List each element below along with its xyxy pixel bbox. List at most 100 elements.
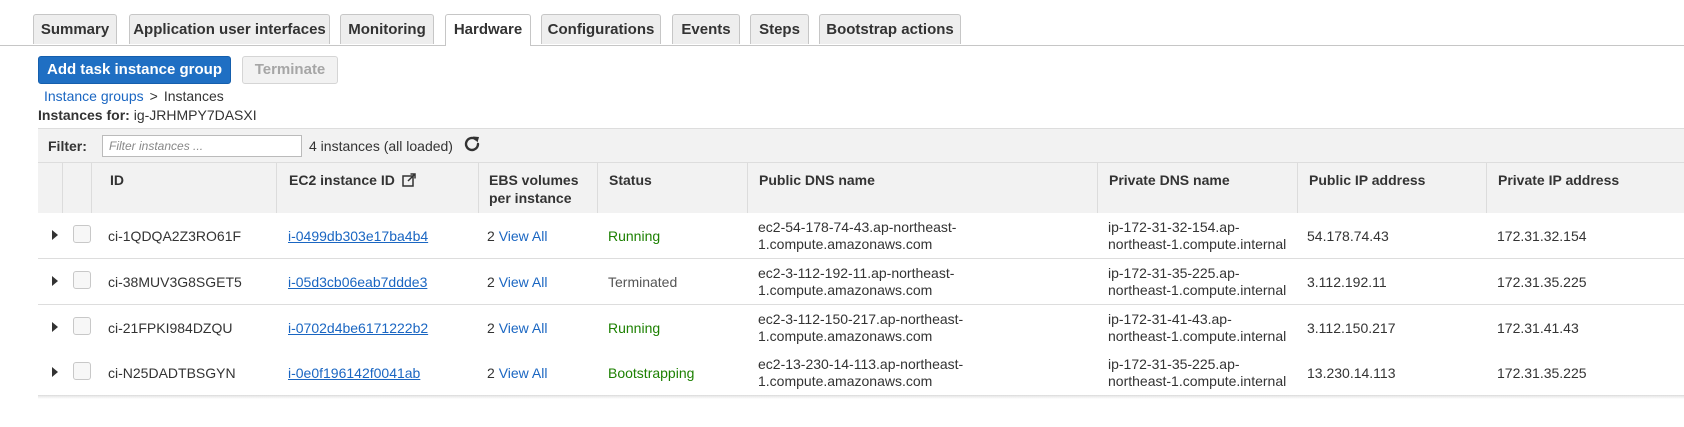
public-dns-line-1: ec2-54-178-74-43.ap-northeast- — [758, 219, 957, 235]
tab-summary[interactable]: Summary — [33, 14, 117, 44]
private-dns-line-1: ip-172-31-32-154.ap- — [1108, 219, 1240, 235]
ebs-header-line-1: EBS volumes — [489, 172, 579, 188]
external-link-icon — [401, 173, 416, 187]
instances-for: Instances for: ig-JRHMPY7DASXI — [38, 107, 257, 123]
row-checkbox[interactable] — [73, 271, 91, 289]
tab-application-user-interfaces[interactable]: Application user interfaces — [129, 14, 330, 44]
ebs-view-all-link[interactable]: View All — [499, 320, 548, 336]
private-dns-line-1: ip-172-31-41-43.ap- — [1108, 311, 1232, 327]
instance-count: 4 instances (all loaded) — [309, 138, 453, 154]
table-bottom-edge — [38, 395, 1684, 399]
table-header: ID EC2 instance ID EBS volumes per insta… — [38, 162, 1684, 214]
private-dns: ip-172-31-35-225.ap- northeast-1.compute… — [1108, 265, 1286, 299]
expand-row-icon[interactable] — [52, 367, 58, 377]
ec2-instance-link[interactable]: i-0499db303e17ba4b4 — [288, 228, 428, 244]
column-divider — [62, 163, 63, 213]
public-ip: 54.178.74.43 — [1307, 228, 1389, 244]
ec2-instance-link[interactable]: i-0e0f196142f0041ab — [288, 365, 420, 381]
instance-id: ci-1QDQA2Z3RO61F — [108, 228, 242, 244]
refresh-icon[interactable] — [462, 134, 482, 154]
row-checkbox[interactable] — [73, 362, 91, 380]
column-divider — [1097, 163, 1098, 213]
public-dns-line-1: ec2-3-112-192-11.ap-northeast- — [758, 265, 955, 281]
private-dns-line-2: northeast-1.compute.internal — [1108, 328, 1287, 344]
instance-id: ci-38MUV3G8SGET5 — [108, 274, 242, 290]
public-dns: ec2-3-112-150-217.ap-northeast- 1.comput… — [758, 311, 963, 345]
status-text: Running — [608, 228, 661, 244]
table-row: ci-21FPKI984DZQU i-0702d4be6171222b2 2 V… — [38, 305, 1684, 351]
filter-instances-input[interactable] — [102, 135, 302, 157]
expand-row-icon[interactable] — [52, 230, 58, 240]
instances-for-label: Instances for: — [38, 107, 130, 123]
private-ip: 172.31.41.43 — [1497, 320, 1579, 336]
table-row: ci-38MUV3G8SGET5 i-05d3cb06eab7ddde3 2 V… — [38, 259, 1684, 305]
private-dns-line-1: ip-172-31-35-225.ap- — [1108, 265, 1240, 281]
tab-steps[interactable]: Steps — [750, 14, 809, 44]
status-text: Bootstrapping — [608, 365, 695, 381]
column-header-id[interactable]: ID — [110, 171, 124, 189]
column-divider — [1486, 163, 1487, 213]
private-ip: 172.31.32.154 — [1497, 228, 1587, 244]
column-header-ec2-instance-id[interactable]: EC2 instance ID — [289, 171, 416, 189]
private-dns: ip-172-31-35-225.ap- northeast-1.compute… — [1108, 356, 1286, 390]
tab-configurations[interactable]: Configurations — [541, 14, 661, 44]
ebs-view-all-link[interactable]: View All — [499, 228, 548, 244]
table-row: ci-1QDQA2Z3RO61F i-0499db303e17ba4b4 2 V… — [38, 213, 1684, 259]
terminate-button[interactable]: Terminate — [242, 56, 338, 84]
row-checkbox[interactable] — [73, 225, 91, 243]
column-divider — [1297, 163, 1298, 213]
column-header-public-dns[interactable]: Public DNS name — [759, 171, 875, 189]
ec2-instance-link[interactable]: i-0702d4be6171222b2 — [288, 320, 428, 336]
private-ip: 172.31.35.225 — [1497, 365, 1587, 381]
public-dns-line-1: ec2-13-230-14-113.ap-northeast- — [758, 356, 964, 372]
public-dns-line-1: ec2-3-112-150-217.ap-northeast- — [758, 311, 964, 327]
ebs-count: 2 — [487, 274, 495, 290]
public-ip: 13.230.14.113 — [1307, 365, 1396, 381]
public-dns-line-2: 1.compute.amazonaws.com — [758, 373, 933, 389]
public-dns: ec2-13-230-14-113.ap-northeast- 1.comput… — [758, 356, 963, 390]
row-checkbox[interactable] — [73, 317, 91, 335]
public-dns: ec2-54-178-74-43.ap-northeast- 1.compute… — [758, 219, 956, 253]
ebs-count: 2 — [487, 320, 495, 336]
public-ip: 3.112.150.217 — [1307, 320, 1396, 336]
tab-events[interactable]: Events — [672, 14, 740, 44]
public-dns-line-2: 1.compute.amazonaws.com — [758, 282, 933, 298]
status-text: Terminated — [608, 274, 678, 290]
column-header-ebs-volumes[interactable]: EBS volumes per instance — [489, 171, 578, 207]
tab-monitoring[interactable]: Monitoring — [340, 14, 434, 44]
breadcrumb-separator: > — [149, 88, 158, 104]
public-dns-line-2: 1.compute.amazonaws.com — [758, 236, 933, 252]
public-dns: ec2-3-112-192-11.ap-northeast- 1.compute… — [758, 265, 954, 299]
tab-bootstrap-actions[interactable]: Bootstrap actions — [819, 14, 961, 44]
column-header-status[interactable]: Status — [609, 171, 652, 189]
column-divider — [597, 163, 598, 213]
public-ip: 3.112.192.11 — [1307, 274, 1387, 290]
column-header-public-ip[interactable]: Public IP address — [1309, 171, 1425, 189]
expand-row-icon[interactable] — [52, 322, 58, 332]
tab-bar: Summary Application user interfaces Moni… — [0, 14, 1684, 46]
private-dns: ip-172-31-41-43.ap- northeast-1.compute.… — [1108, 311, 1286, 345]
private-dns-line-2: northeast-1.compute.internal — [1108, 282, 1287, 298]
private-dns: ip-172-31-32-154.ap- northeast-1.compute… — [1108, 219, 1286, 253]
ebs-count: 2 — [487, 228, 495, 244]
column-divider — [747, 163, 748, 213]
status-text: Running — [608, 320, 661, 336]
column-header-private-dns[interactable]: Private DNS name — [1109, 171, 1230, 189]
private-dns-line-2: northeast-1.compute.internal — [1108, 373, 1287, 389]
ebs-view-all-link[interactable]: View All — [499, 365, 548, 381]
breadcrumb-instance-groups-link[interactable]: Instance groups — [44, 88, 144, 104]
table-row: ci-N25DADTBSGYN i-0e0f196142f0041ab 2 Vi… — [38, 350, 1684, 396]
tab-hardware[interactable]: Hardware — [445, 14, 531, 46]
filter-bar: Filter: 4 instances (all loaded) — [38, 128, 1684, 163]
add-task-instance-group-button[interactable]: Add task instance group — [38, 56, 231, 84]
ebs-header-line-2: per instance — [489, 190, 572, 206]
column-header-private-ip[interactable]: Private IP address — [1498, 171, 1619, 189]
column-divider — [91, 163, 92, 213]
ec2-instance-link[interactable]: i-05d3cb06eab7ddde3 — [288, 274, 427, 290]
filter-label: Filter: — [48, 138, 87, 154]
ebs-view-all-link[interactable]: View All — [499, 274, 548, 290]
private-ip: 172.31.35.225 — [1497, 274, 1587, 290]
expand-row-icon[interactable] — [52, 276, 58, 286]
ebs-count: 2 — [487, 365, 495, 381]
column-divider — [478, 163, 479, 213]
